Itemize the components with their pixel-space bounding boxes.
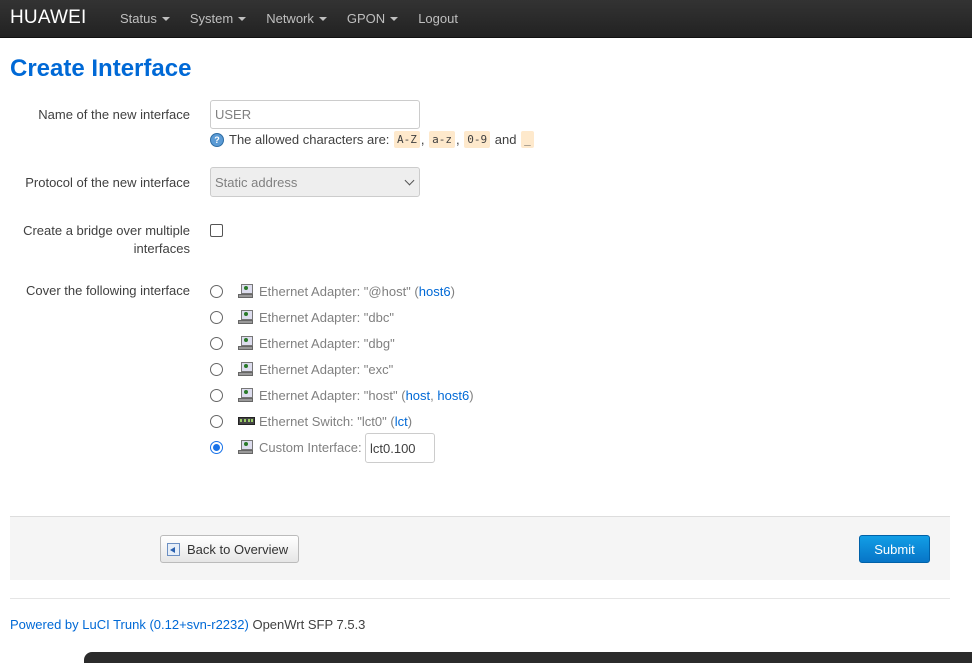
nav-gpon[interactable]: GPON bbox=[337, 0, 408, 37]
iface-option-custom: Custom Interface: bbox=[238, 440, 362, 455]
iface-label: Ethernet Adapter: "dbg" bbox=[259, 336, 395, 351]
nav-network[interactable]: Network bbox=[256, 0, 337, 37]
iface-label: Ethernet Adapter: "host" bbox=[259, 388, 398, 403]
top-navbar: HUAWEI Status System Network GPON Logout bbox=[0, 0, 972, 38]
brand-logo[interactable]: HUAWEI bbox=[10, 7, 87, 29]
bridge-label: Create a bridge over multiple interfaces bbox=[10, 222, 190, 258]
nav-status-label: Status bbox=[120, 10, 157, 26]
custom-interface-input[interactable] bbox=[365, 433, 435, 463]
ethernet-adapter-icon bbox=[238, 440, 253, 455]
iface-option-host: Ethernet Adapter: "host" (host, host6) bbox=[238, 388, 474, 403]
radio-iface-dbg[interactable] bbox=[210, 337, 223, 350]
footer: Powered by LuCI Trunk (0.12+svn-r2232) O… bbox=[10, 617, 365, 632]
back-to-overview-button[interactable]: Back to Overview bbox=[160, 535, 300, 563]
radio-iface-lct0[interactable] bbox=[210, 415, 223, 428]
radio-iface-host[interactable] bbox=[210, 389, 223, 402]
name-hint: ? The allowed characters are: A-Z, a-z, … bbox=[210, 131, 535, 148]
submit-button[interactable]: Submit bbox=[859, 535, 930, 563]
hint-code-digits: 0-9 bbox=[464, 131, 491, 148]
back-button-label: Back to Overview bbox=[187, 541, 289, 557]
cover-label: Cover the following interface bbox=[25, 283, 190, 298]
hint-code-lower: a-z bbox=[429, 131, 456, 148]
nav-menu: Status System Network GPON Logout bbox=[110, 0, 468, 37]
hint-code-upper: A-Z bbox=[394, 131, 420, 148]
caret-down-icon bbox=[238, 17, 247, 21]
radio-iface-custom[interactable] bbox=[210, 441, 223, 454]
iface-option-dbc: Ethernet Adapter: "dbc" bbox=[238, 310, 394, 325]
nav-gpon-label: GPON bbox=[346, 10, 386, 26]
bridge-label-line2: interfaces bbox=[133, 241, 190, 256]
name-label: Name of the new interface bbox=[38, 107, 190, 122]
iface-label: Ethernet Adapter: "@host" bbox=[259, 284, 411, 299]
submit-button-label: Submit bbox=[874, 541, 915, 557]
radio-iface-dbc[interactable] bbox=[210, 311, 223, 324]
network-link-host[interactable]: host bbox=[406, 388, 431, 403]
hint-and: and bbox=[494, 132, 517, 147]
iface-label: Ethernet Switch: "lct0" bbox=[259, 414, 387, 429]
ethernet-switch-icon bbox=[238, 415, 255, 429]
protocol-selected-value: Static address bbox=[215, 174, 298, 190]
nav-status[interactable]: Status bbox=[110, 0, 180, 37]
footer-divider bbox=[10, 598, 950, 599]
iface-label: Ethernet Adapter: "exc" bbox=[259, 362, 394, 377]
help-icon: ? bbox=[210, 132, 224, 147]
bridge-checkbox[interactable] bbox=[210, 224, 223, 237]
ethernet-adapter-icon bbox=[238, 362, 253, 377]
caret-down-icon bbox=[318, 17, 327, 21]
chevron-down-icon bbox=[404, 175, 415, 186]
ethernet-adapter-icon bbox=[238, 284, 253, 299]
nav-system-label: System bbox=[189, 10, 234, 26]
caret-down-icon bbox=[390, 17, 399, 21]
ethernet-adapter-icon bbox=[238, 336, 253, 351]
ethernet-adapter-icon bbox=[238, 388, 253, 403]
bridge-label-line1: Create a bridge over multiple bbox=[23, 223, 190, 238]
footer-version: OpenWrt SFP 7.5.3 bbox=[252, 617, 366, 632]
protocol-label: Protocol of the new interface bbox=[25, 175, 190, 190]
radio-iface-at-host[interactable] bbox=[210, 285, 223, 298]
hint-code-underscore: _ bbox=[521, 131, 534, 148]
bottom-overlay-bar bbox=[84, 652, 972, 663]
nav-system[interactable]: System bbox=[180, 0, 256, 37]
iface-option-at-host: Ethernet Adapter: "@host" (host6) bbox=[238, 284, 455, 299]
nav-network-label: Network bbox=[266, 10, 314, 26]
hint-text: The allowed characters are: bbox=[229, 132, 390, 147]
form-actions-bar: Back to Overview Submit bbox=[10, 516, 950, 580]
nav-logout-label: Logout bbox=[418, 10, 458, 26]
iface-option-lct0: Ethernet Switch: "lct0" (lct) bbox=[238, 414, 412, 429]
interface-name-input[interactable] bbox=[210, 100, 420, 129]
network-link-host6[interactable]: host6 bbox=[437, 388, 469, 403]
caret-down-icon bbox=[161, 17, 170, 21]
iface-option-dbg: Ethernet Adapter: "dbg" bbox=[238, 336, 395, 351]
radio-iface-exc[interactable] bbox=[210, 363, 223, 376]
iface-label: Ethernet Adapter: "dbc" bbox=[259, 310, 394, 325]
iface-option-exc: Ethernet Adapter: "exc" bbox=[238, 362, 393, 377]
iface-label: Custom Interface: bbox=[259, 440, 362, 455]
network-link-host6[interactable]: host6 bbox=[419, 284, 451, 299]
protocol-select[interactable]: Static address bbox=[210, 167, 420, 197]
ethernet-adapter-icon bbox=[238, 310, 253, 325]
network-link-lct[interactable]: lct bbox=[395, 414, 408, 429]
luci-link[interactable]: Powered by LuCI Trunk (0.12+svn-r2232) bbox=[10, 617, 249, 632]
nav-logout[interactable]: Logout bbox=[408, 0, 468, 37]
page-title: Create Interface bbox=[10, 55, 192, 82]
back-arrow-icon bbox=[167, 542, 180, 556]
